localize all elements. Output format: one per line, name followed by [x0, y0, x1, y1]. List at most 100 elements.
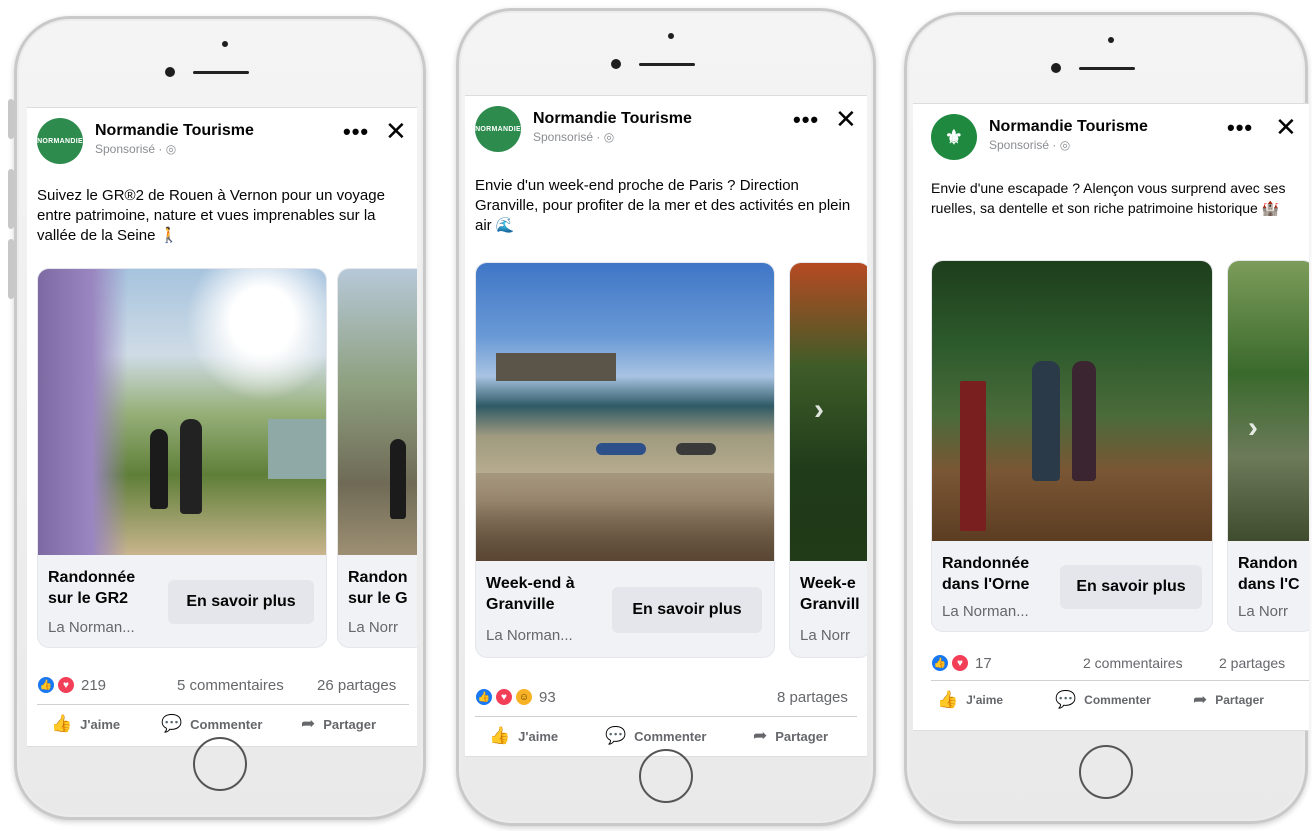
post-header: NORMANDIE Normandie Tourisme Sponsorisé … — [37, 118, 409, 166]
phone-sensor — [611, 59, 621, 69]
close-icon[interactable]: ✕ — [835, 106, 857, 132]
card-title: Randon dans l'C — [1238, 555, 1300, 593]
phone-front-camera — [1108, 37, 1114, 43]
comment-button[interactable]: 💬 Commenter — [1055, 690, 1151, 710]
card-image — [932, 261, 1212, 541]
reactions-summary[interactable]: 👍 ♥ 17 — [931, 654, 992, 672]
close-icon[interactable]: ✕ — [385, 118, 407, 144]
carousel-card[interactable]: Randonnée dans l'Orne La Norman... En sa… — [931, 260, 1213, 632]
phone-sensor — [165, 67, 175, 77]
comments-count[interactable]: 2 commentaires — [1083, 655, 1183, 671]
sponsored-label: Sponsorisé · ◎ — [533, 130, 614, 144]
hiker-figure — [1072, 361, 1096, 481]
globe-icon: ◎ — [1059, 138, 1071, 152]
shares-count[interactable]: 2 partages — [1219, 655, 1285, 671]
home-button[interactable] — [1079, 745, 1133, 799]
more-options-icon[interactable]: ••• — [1227, 117, 1253, 139]
side-button — [8, 99, 14, 139]
page-name[interactable]: Normandie Tourisme — [989, 118, 1148, 136]
home-button[interactable] — [193, 737, 247, 791]
page-avatar[interactable]: ⚜ — [931, 114, 977, 160]
wisteria-foliage — [38, 269, 128, 555]
comment-button[interactable]: 💬 Commenter — [605, 726, 706, 746]
trail-sign-post — [960, 381, 986, 531]
reaction-like-icon: 👍 — [475, 688, 493, 706]
page-name[interactable]: Normandie Tourisme — [95, 122, 254, 140]
card-subtitle: La Norman... — [486, 627, 573, 644]
home-button[interactable] — [639, 749, 693, 803]
reaction-love-icon: ♥ — [951, 654, 969, 672]
card-image — [338, 269, 417, 555]
phone-sensor — [1051, 63, 1061, 73]
globe-icon: ◎ — [603, 130, 615, 144]
reactions-summary[interactable]: 👍 ♥ ☺ 93 — [475, 688, 556, 706]
card-subtitle: La Norman... — [942, 603, 1029, 620]
phone-front-camera — [668, 33, 674, 39]
reaction-wow-icon: ☺ — [515, 688, 533, 706]
carousel-next-icon[interactable]: › — [814, 393, 824, 427]
carousel-card[interactable]: Week-end à Granville La Norman... En sav… — [475, 262, 775, 658]
more-options-icon[interactable]: ••• — [793, 109, 819, 131]
card-image: › — [790, 263, 867, 561]
sponsored-label: Sponsorisé · ◎ — [989, 138, 1070, 152]
phone-mockup-2: NORMANDIE Normandie Tourisme Sponsorisé … — [456, 8, 876, 826]
card-image: › — [1228, 261, 1309, 541]
learn-more-button[interactable]: En savoir plus — [1060, 565, 1202, 609]
divider — [931, 680, 1309, 681]
card-subtitle: La Norr — [348, 619, 399, 636]
post-caption: Envie d'une escapade ? Alençon vous surp… — [931, 180, 1286, 216]
post-header: ⚜ Normandie Tourisme Sponsorisé · ◎ ••• … — [931, 114, 1309, 162]
card-image — [38, 269, 326, 555]
avatar-text: NORMANDIE — [37, 137, 83, 145]
card-image — [476, 263, 774, 561]
share-button[interactable]: ➦ Partager — [301, 714, 376, 734]
river — [268, 419, 326, 479]
avatar-text: NORMANDIE — [475, 125, 521, 133]
learn-more-button[interactable]: En savoir plus — [168, 580, 314, 624]
share-button[interactable]: ➦ Partager — [1193, 690, 1264, 710]
share-button[interactable]: ➦ Partager — [753, 726, 828, 746]
post-screen-2: NORMANDIE Normandie Tourisme Sponsorisé … — [465, 95, 867, 757]
phone-speaker — [193, 71, 249, 74]
close-icon[interactable]: ✕ — [1275, 114, 1297, 140]
post-caption: Envie d'un week-end proche de Paris ? Di… — [475, 177, 851, 234]
comment-button[interactable]: 💬 Commenter — [161, 714, 262, 734]
share-label: Partager — [323, 716, 376, 732]
share-icon: ➦ — [301, 714, 316, 733]
more-options-icon[interactable]: ••• — [343, 121, 369, 143]
shares-count[interactable]: 26 partages — [317, 677, 396, 694]
card-title: Week-e Granvill — [800, 575, 860, 613]
sponsored-text: Sponsorisé · — [989, 138, 1060, 152]
phone-speaker — [1079, 67, 1135, 70]
post-header: NORMANDIE Normandie Tourisme Sponsorisé … — [475, 106, 857, 154]
like-icon: 👍 — [51, 714, 73, 733]
page-avatar[interactable]: NORMANDIE — [37, 118, 83, 164]
like-button[interactable]: 👍 J'aime — [489, 726, 558, 746]
shares-count[interactable]: 8 partages — [777, 689, 848, 706]
phone-front-camera — [222, 41, 228, 47]
card-title: Randon sur le G — [348, 569, 408, 607]
page-avatar[interactable]: NORMANDIE — [475, 106, 521, 152]
carousel-card[interactable]: Randon sur le G La Norr — [337, 268, 417, 648]
like-label: J'aime — [518, 728, 559, 744]
post-stats: 👍 ♥ 219 5 commentaires 26 partages — [37, 676, 409, 698]
page-name[interactable]: Normandie Tourisme — [533, 110, 692, 128]
side-button — [8, 239, 14, 299]
comment-label: Commenter — [634, 728, 707, 744]
hiker-figure — [180, 419, 202, 514]
carousel-card[interactable]: › Randon dans l'C La Norr — [1227, 260, 1309, 632]
learn-more-button[interactable]: En savoir plus — [612, 587, 762, 633]
carousel-card[interactable]: Randonnée sur le GR2 La Norman... En sav… — [37, 268, 327, 648]
like-button[interactable]: 👍 J'aime — [51, 714, 120, 734]
reactions-summary[interactable]: 👍 ♥ 219 — [37, 676, 106, 694]
carousel-card[interactable]: › Week-e Granvill La Norr — [789, 262, 867, 658]
like-button[interactable]: 👍 J'aime — [937, 690, 1003, 710]
comment-label: Commenter — [1084, 693, 1151, 707]
comments-count[interactable]: 5 commentaires — [177, 677, 284, 694]
carousel-next-icon[interactable]: › — [1248, 411, 1258, 445]
card-title: Randonnée sur le GR2 — [48, 569, 136, 607]
lion-shield-icon: ⚜ — [944, 126, 964, 149]
side-button — [8, 169, 14, 229]
hiker-figure — [390, 439, 406, 519]
reaction-count: 17 — [975, 654, 992, 672]
